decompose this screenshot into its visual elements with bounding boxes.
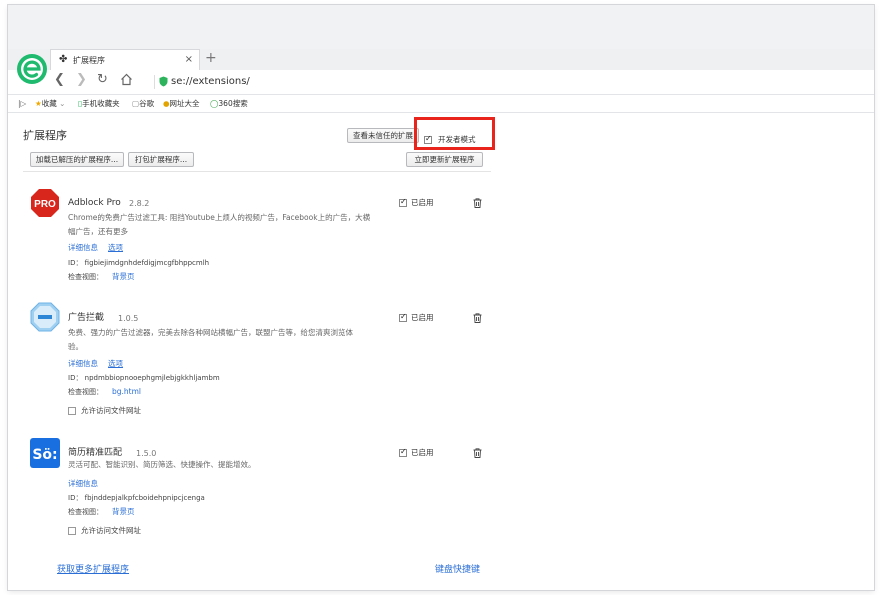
back-icon[interactable]: ❮ — [54, 72, 65, 88]
allow-file-access-checkbox[interactable] — [68, 527, 76, 535]
bookmark-google[interactable]: ▢谷歌 — [132, 98, 154, 109]
browser-logo-icon — [17, 54, 47, 84]
allow-file-access-label: 允许访问文件网址 — [81, 406, 141, 415]
options-link[interactable]: 选项 — [108, 243, 123, 253]
description-line: Chrome的免费广告过滤工具: 阻挡Youtube上烦人的视频广告，Faceb… — [68, 213, 371, 222]
allow-file-access[interactable]: 允许访问文件网址 — [68, 406, 141, 415]
puzzle-icon: ✤ — [59, 54, 68, 65]
trash-icon[interactable] — [473, 198, 482, 208]
enabled-toggle[interactable]: 已启用 — [399, 312, 434, 322]
background-page-link[interactable]: bg.html — [112, 387, 141, 397]
trash-icon[interactable] — [473, 313, 482, 323]
allow-file-access-label: 允许访问文件网址 — [81, 526, 141, 535]
resume-match-icon: Sö: — [30, 438, 60, 468]
chevron-down-icon: ⌄ — [56, 99, 66, 108]
details-link[interactable]: 详细信息 — [68, 359, 98, 369]
enabled-checkbox[interactable] — [399, 312, 407, 322]
details-link[interactable]: 详细信息 — [68, 243, 98, 253]
enabled-label: 已启用 — [411, 313, 434, 322]
enabled-label: 已启用 — [411, 198, 434, 207]
extension-id: ID： figbiejimdgnhdefdigjmcgfbhppcmlh — [68, 259, 210, 267]
get-more-extensions-link[interactable]: 获取更多扩展程序 — [57, 564, 129, 576]
extension-version: 2.8.2 — [129, 199, 150, 208]
title-bar — [8, 5, 874, 49]
enabled-label: 已启用 — [411, 448, 434, 457]
page-title: 扩展程序 — [23, 129, 67, 142]
highlight-box — [414, 117, 495, 150]
url-input[interactable]: se://extensions/ — [171, 75, 250, 88]
browser-window: ✤ 扩展程序 × + ❮ ❯ ↻ se://extensions/ |▷ ★收藏… — [8, 5, 874, 590]
forward-icon[interactable]: ❯ — [76, 72, 87, 88]
description-line: 免费、强力的广告过滤器，完美去除各种网站横幅广告，联盟广告等，给您清爽浏览体 — [68, 328, 353, 337]
separator — [154, 75, 155, 89]
extension-id: ID： npdmbbiopnooephgmjlebjgkkhljambm — [68, 374, 220, 382]
extension-description: 灵活可配、智能识别、简历筛选、快捷操作、提能增效。 — [68, 458, 398, 472]
close-tab-icon[interactable]: × — [185, 54, 193, 66]
tab-title: 扩展程序 — [73, 56, 105, 65]
details-link[interactable]: 详细信息 — [68, 479, 98, 489]
extension-id: ID： fbjnddepjalkpfcboidehpnipcjcenga — [68, 494, 205, 502]
pack-extension-button[interactable]: 打包扩展程序... — [128, 152, 194, 167]
inspect-views-label: 检查视图： — [68, 388, 103, 396]
update-extensions-button[interactable]: 立即更新扩展程序 — [406, 152, 483, 167]
shield-icon — [159, 76, 168, 87]
background-page-link[interactable]: 背景页 — [112, 507, 135, 517]
view-untrusted-button[interactable]: 查看未信任的扩展 — [347, 128, 419, 143]
ad-block-icon — [30, 302, 60, 332]
bookmark-mobile[interactable]: ▯手机收藏夹 — [78, 98, 120, 109]
enabled-toggle[interactable]: 已启用 — [399, 197, 434, 207]
address-bar — [8, 70, 874, 95]
bookmark-360-search[interactable]: ◯360搜索 — [210, 98, 248, 109]
resume-icon-text: Sö: — [32, 447, 57, 463]
star-icon: ★ — [35, 99, 42, 108]
home-icon[interactable] — [120, 73, 133, 86]
enabled-checkbox[interactable] — [399, 197, 407, 207]
keyboard-shortcuts-link[interactable]: 键盘快捷键 — [435, 564, 480, 576]
adblock-icon-text: PRO — [34, 199, 56, 210]
enabled-checkbox[interactable] — [399, 447, 407, 457]
trash-icon[interactable] — [473, 448, 482, 458]
extension-version: 1.0.5 — [118, 314, 139, 323]
allow-file-access[interactable]: 允许访问文件网址 — [68, 526, 141, 535]
background-page-link[interactable]: 背景页 — [112, 272, 135, 282]
bookmark-site-nav[interactable]: ●网址大全 — [163, 98, 200, 109]
adblock-pro-icon: PRO — [31, 189, 59, 217]
extension-name: 广告拦截 — [68, 313, 105, 323]
enabled-toggle[interactable]: 已启用 — [399, 447, 434, 457]
divider — [23, 171, 491, 172]
description-line: 灵活可配、智能识别、简历筛选、快捷操作、提能增效。 — [68, 460, 256, 469]
allow-file-access-checkbox[interactable] — [68, 407, 76, 415]
load-unpacked-button[interactable]: 加载已解压的扩展程序... — [30, 152, 124, 167]
extension-description: Chrome的免费广告过滤工具: 阻挡Youtube上烦人的视频广告，Faceb… — [68, 211, 398, 239]
sidebar-toggle-icon[interactable]: |▷ — [18, 98, 26, 109]
inspect-views-label: 检查视图： — [68, 508, 103, 516]
description-line: 幅广告，还有更多 — [68, 227, 128, 236]
bookmark-favorites[interactable]: ★收藏 ⌄ — [35, 98, 65, 109]
extension-description: 免费、强力的广告过滤器，完美去除各种网站横幅广告，联盟广告等，给您清爽浏览体 验… — [68, 326, 398, 354]
description-line: 验。 — [68, 342, 83, 351]
new-tab-button[interactable]: + — [205, 50, 217, 66]
tab-extensions[interactable]: ✤ 扩展程序 × — [50, 49, 200, 71]
options-link[interactable]: 选项 — [108, 359, 123, 369]
inspect-views-label: 检查视图： — [68, 273, 103, 281]
extension-name: Adblock Pro — [68, 198, 121, 208]
reload-icon[interactable]: ↻ — [97, 72, 108, 88]
